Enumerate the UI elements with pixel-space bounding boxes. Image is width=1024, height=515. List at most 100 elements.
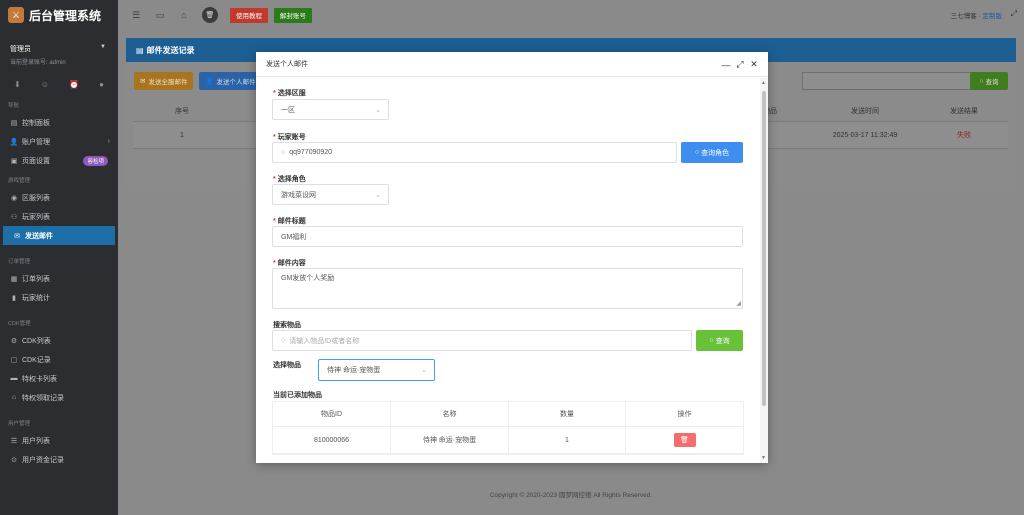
user-box[interactable]: 管理员 当前登录账号: admin ▼	[0, 30, 118, 66]
profile-icon[interactable]: ☺	[41, 80, 49, 89]
table-header: 物品ID 名称 数量 操作	[273, 402, 743, 427]
send-personal-mail-button[interactable]: 👤 发送个人邮件	[199, 72, 262, 90]
row-index: 1	[180, 131, 184, 139]
sidebar-item-user-funds[interactable]: ⊙ 用户资金记录	[0, 450, 118, 469]
sidebar-item-player-stats[interactable]: ▮ 玩家统计	[0, 288, 118, 307]
minimize-icon[interactable]: —	[720, 59, 732, 70]
user-icon: 👤	[9, 138, 19, 146]
item-search-input[interactable]: ○ 请输入物品ID或者名称	[272, 330, 692, 351]
button-label: 查询角色	[701, 149, 730, 157]
nav-group-title: 导航	[8, 103, 20, 109]
power-icon[interactable]: ●	[99, 80, 104, 89]
server-label: * 选择区服	[273, 90, 306, 97]
sidebar-item-dashboard[interactable]: ▤ 控制面板	[0, 113, 118, 132]
sidebar-item-page-settings[interactable]: ▣ 页面设置 容检项	[0, 151, 118, 170]
mail-icon: ✉	[14, 232, 20, 240]
row-result: 失败	[957, 132, 971, 139]
label-text: 选择角色	[277, 176, 306, 183]
delete-item-button[interactable]: 🗑	[673, 433, 696, 447]
app-logo[interactable]: ⚔ 后台管理系统	[0, 0, 118, 30]
sidebar-item-players[interactable]: ⚇ 玩家列表	[0, 207, 118, 226]
menu-toggle-icon[interactable]: ☰	[129, 8, 143, 22]
sidebar-item-label: 特权卡列表	[22, 375, 57, 383]
search-input[interactable]	[802, 72, 978, 90]
sidebar-item-label: 用户列表	[22, 437, 50, 445]
scroll-down-icon[interactable]: ▼	[761, 455, 766, 461]
cdk-icon: ⚙	[10, 337, 18, 345]
resize-handle-icon[interactable]: ◢	[736, 300, 741, 307]
edition-link[interactable]: 定制版	[983, 13, 1003, 20]
user-role: 管理员	[10, 46, 31, 53]
sidebar-item-cdk-records[interactable]: ▢ CDK记录	[0, 350, 118, 369]
trash-icon: 🗑	[680, 437, 689, 444]
sidebar-item-privilege-cards[interactable]: ▬ 特权卡列表	[0, 369, 118, 388]
sidebar-item-label: 发送邮件	[25, 232, 53, 240]
dashboard-icon: ▤	[10, 119, 18, 127]
sidebar-item-label: 用户资金记录	[22, 456, 64, 464]
user-icon: 👤	[205, 78, 214, 85]
site-name: 三七博客 ·	[950, 13, 983, 20]
sidebar-item-orders[interactable]: ▦ 订单列表	[0, 269, 118, 288]
sidebar-item-label: 玩家统计	[22, 294, 50, 302]
send-all-mail-button[interactable]: ✉ 发送全服邮件	[134, 72, 194, 90]
sidebar-item-user-list[interactable]: ☰ 用户列表	[0, 431, 118, 450]
nav-group-title: CDK管理	[8, 321, 31, 327]
query-button[interactable]: ○ 查询	[970, 72, 1008, 90]
item-select[interactable]: 侍神 命运·宠物蛋 ⌄	[318, 359, 435, 381]
chevron-down-icon: ⌄	[375, 106, 381, 114]
trash-icon[interactable]: 🗑	[202, 7, 218, 23]
column-header: 物品ID	[273, 402, 391, 426]
column-header: 发送时间	[851, 107, 879, 115]
home-icon[interactable]: ⌂	[177, 8, 191, 22]
textarea-value: GM发放个人奖励	[281, 275, 335, 282]
sidebar-item-send-mail[interactable]: ✉ 发送邮件	[3, 226, 115, 245]
panel-title: 邮件发送记录	[146, 45, 195, 55]
column-header: 数量	[509, 402, 626, 426]
dialog-title: 发送个人邮件	[266, 61, 308, 68]
sidebar-item-label: 区服列表	[22, 194, 50, 202]
unbind-account-button[interactable]: 解封账号	[274, 7, 312, 23]
search-icon: ○	[694, 149, 700, 156]
scroll-up-icon[interactable]: ▲	[761, 80, 766, 86]
close-icon[interactable]: ✕	[748, 59, 760, 70]
scroll-thumb[interactable]	[762, 91, 766, 406]
role-select[interactable]: 游戏菜设网 ⌄	[272, 184, 389, 205]
mail-title-input[interactable]: GM福利	[272, 226, 743, 247]
caret-down-icon[interactable]: ▼	[100, 44, 106, 50]
search-icon: ○	[281, 337, 286, 344]
mail-content-label: * 邮件内容	[273, 260, 306, 267]
column-header: 发送结果	[950, 107, 978, 115]
button-label: 查询	[715, 337, 730, 345]
topbar: ☰ ▭ ⌂ 🗑 使用教程 解封账号 三七博客 · 定制版 ⤢	[118, 0, 1024, 30]
download-icon[interactable]: ⬇	[14, 80, 21, 89]
item-name-cell: 侍神 命运·宠物蛋	[391, 427, 509, 453]
sidebar-item-privilege-claims[interactable]: ⌂ 特权领取记录	[0, 388, 118, 407]
monitor-icon[interactable]: ▭	[153, 8, 167, 22]
item-search-button[interactable]: ○ 查询	[696, 330, 743, 351]
sidebar-item-cdk-list[interactable]: ⚙ CDK列表	[0, 331, 118, 350]
nav-group-title: 游戏管理	[8, 178, 31, 184]
sidebar-item-servers[interactable]: ◉ 区服列表	[0, 188, 118, 207]
sidebar-item-label: 玩家列表	[22, 213, 50, 221]
footer: Copyright © 2020-2023 圆梦网控德 All Rights R…	[489, 492, 653, 499]
players-icon: ⚇	[10, 213, 18, 221]
maximize-icon[interactable]: ⤢	[734, 59, 746, 70]
input-value: GM福利	[281, 233, 307, 241]
query-role-button[interactable]: ○ 查询角色	[681, 142, 743, 163]
tutorial-button[interactable]: 使用教程	[230, 7, 268, 23]
input-value: qq977090920	[289, 149, 333, 156]
mail-content-textarea[interactable]: GM发放个人奖励 ◢	[272, 268, 743, 309]
fullscreen-icon[interactable]: ⤢	[1011, 9, 1017, 19]
input-placeholder: 请输入物品ID或者名称	[289, 337, 360, 345]
dialog-scrollbar[interactable]: ▲ ▼	[760, 78, 768, 463]
player-account-input[interactable]: ○ qq977090920	[272, 142, 677, 163]
dialog-header: 发送个人邮件 — ⤢ ✕	[256, 52, 768, 77]
column-header: 操作	[677, 411, 692, 418]
server-select[interactable]: 一区 ⌄	[272, 99, 389, 120]
dialog-body: * 选择区服 一区 ⌄ * 玩家账号 ○ qq977090920 ○ 查询角色 * 选择角色…	[256, 78, 760, 463]
sidebar-item-accounts[interactable]: 👤 账户管理 ›	[0, 132, 118, 151]
chevron-down-icon: ⌄	[421, 367, 427, 374]
nav-group-title: 用户管理	[8, 421, 31, 427]
alarm-icon[interactable]: ⏰	[69, 80, 79, 89]
app-title: 后台管理系统	[29, 8, 102, 23]
